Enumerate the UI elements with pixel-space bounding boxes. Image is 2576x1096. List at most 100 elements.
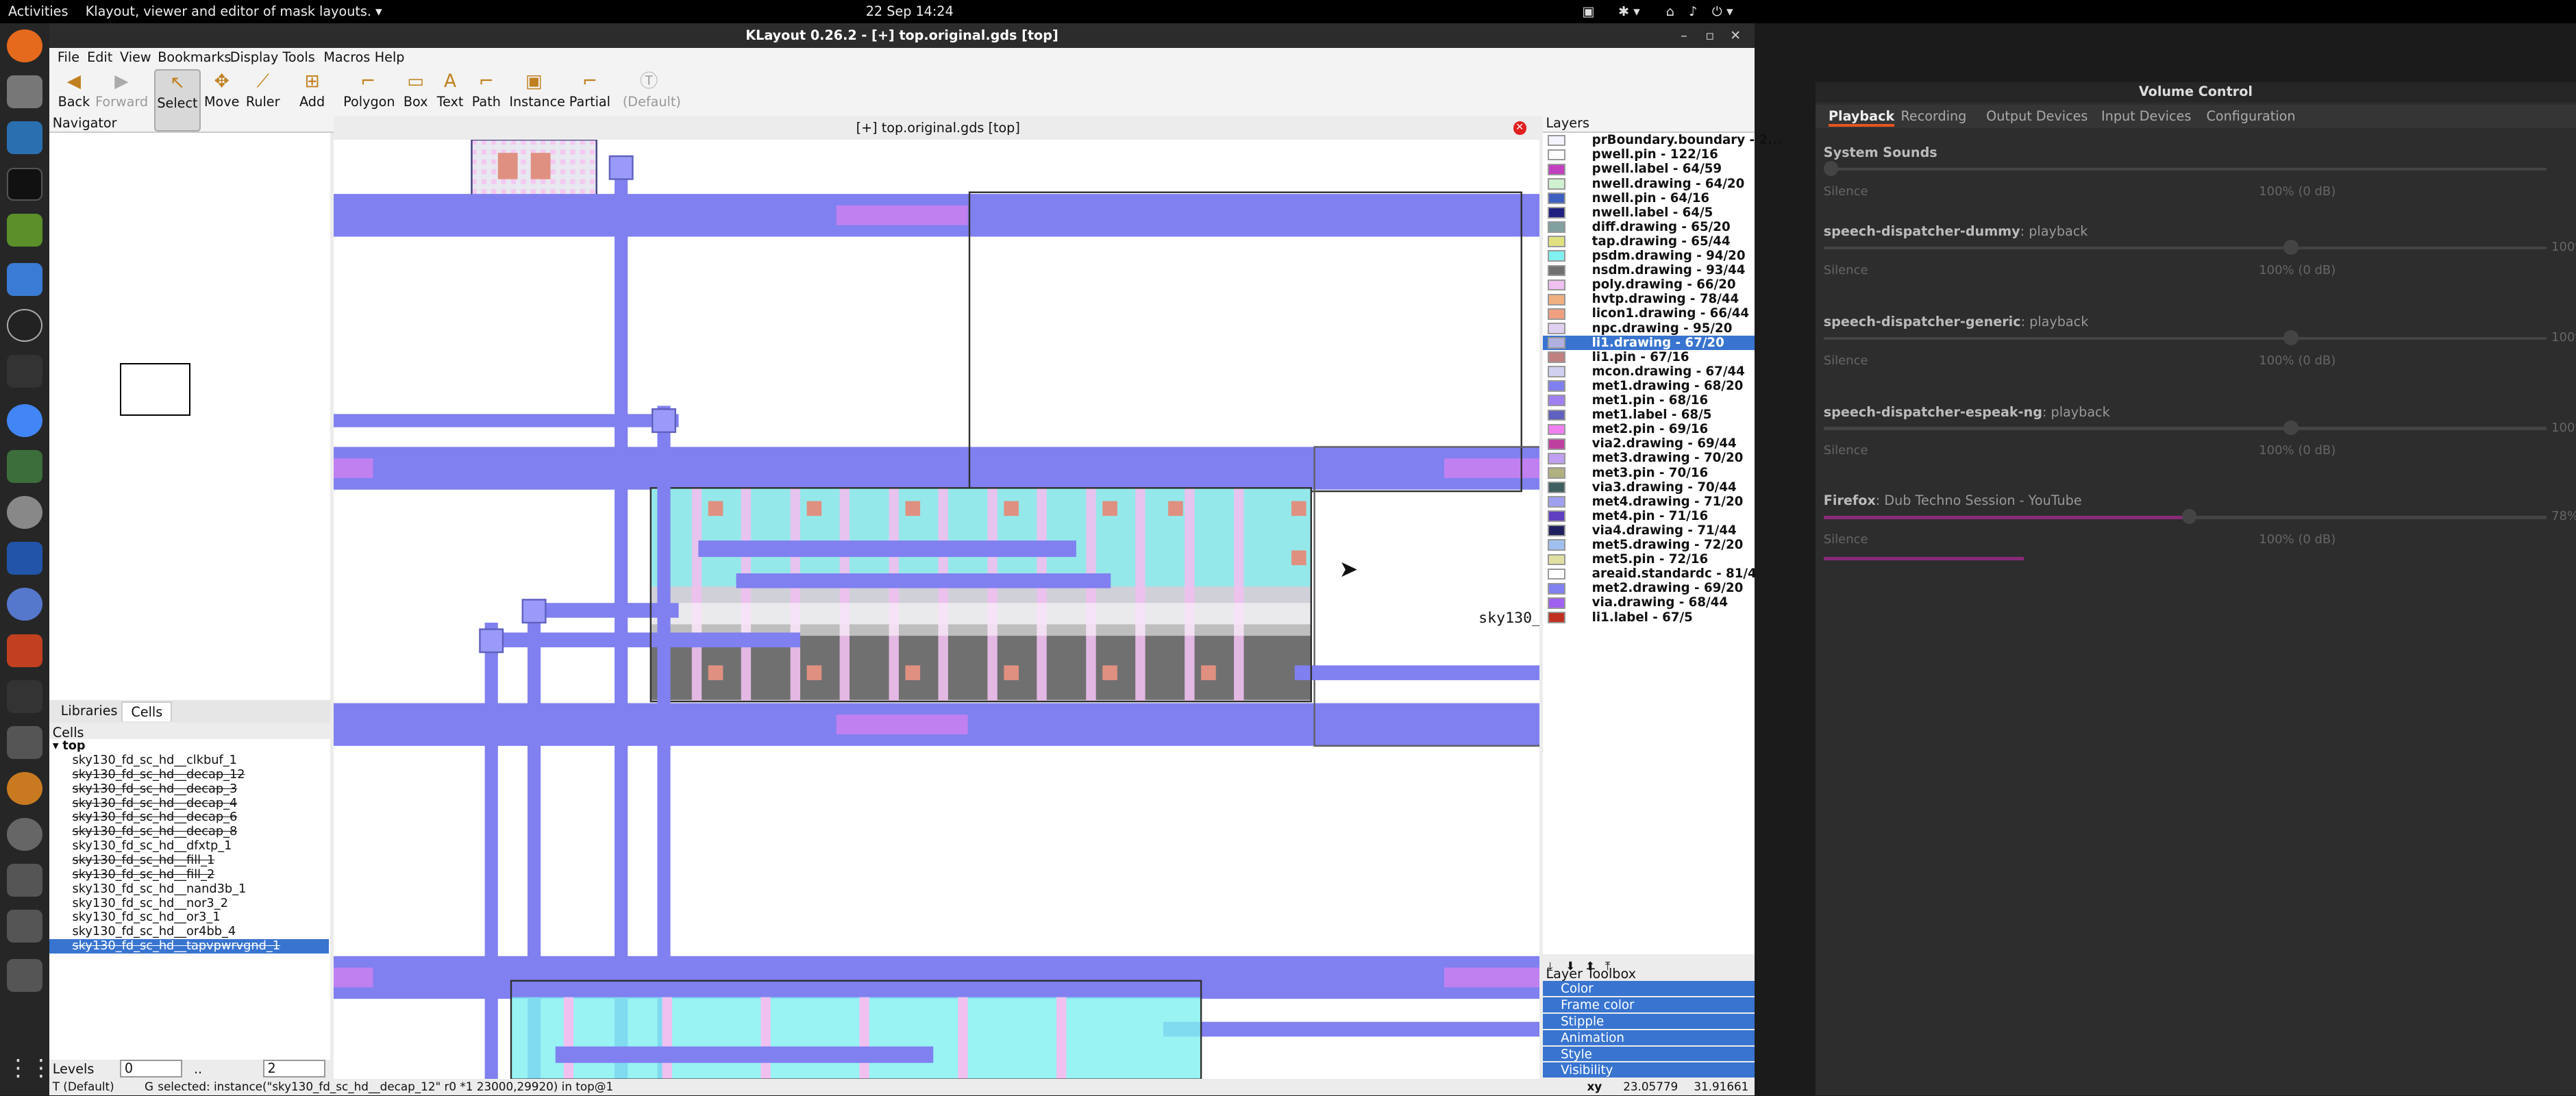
monitor-icon[interactable] bbox=[6, 680, 43, 713]
layer-row[interactable]: met5.pin - 72/16 bbox=[1543, 552, 1755, 566]
app-icon[interactable] bbox=[6, 450, 43, 483]
cell-tree-item[interactable]: sky130_fd_sc_hd__fill_2 bbox=[49, 868, 329, 882]
files-icon[interactable] bbox=[6, 75, 43, 109]
cell-tree-item[interactable]: sky130_fd_sc_hd__decap_4 bbox=[49, 797, 329, 811]
volume-knob[interactable] bbox=[2283, 420, 2299, 436]
cell-tree-item[interactable]: sky130_fd_sc_hd__decap_8 bbox=[49, 825, 329, 839]
cell-tree-item[interactable]: sky130_fd_sc_hd__or4bb_4 bbox=[49, 925, 329, 939]
toolbox-stipple[interactable]: Stipple bbox=[1542, 1013, 1755, 1030]
tab-input-devices[interactable]: Input Devices bbox=[2101, 108, 2191, 124]
volume-slider[interactable] bbox=[1823, 336, 2547, 340]
layer-row[interactable]: pwell.pin - 122/16 bbox=[1543, 147, 1755, 162]
layer-row[interactable]: met1.pin - 68/16 bbox=[1543, 393, 1755, 408]
layer-row[interactable]: via.drawing - 68/44 bbox=[1543, 595, 1755, 610]
layer-row[interactable]: li1.pin - 67/16 bbox=[1543, 350, 1755, 364]
layer-row[interactable]: nwell.pin - 64/16 bbox=[1543, 191, 1755, 206]
layer-row[interactable]: met3.drawing - 70/20 bbox=[1543, 451, 1755, 465]
layer-row[interactable]: nsdm.drawing - 93/44 bbox=[1543, 263, 1755, 277]
layer-row[interactable]: met1.label - 68/5 bbox=[1543, 408, 1755, 422]
layer-row[interactable]: li1.drawing - 67/20 bbox=[1542, 335, 1755, 350]
menu-edit[interactable]: Edit bbox=[87, 49, 112, 65]
menu-file[interactable]: File bbox=[58, 49, 79, 65]
menu-help[interactable]: Help bbox=[375, 49, 405, 65]
tab-playback[interactable]: Playback bbox=[1828, 108, 1895, 127]
layer-row[interactable]: met1.drawing - 68/20 bbox=[1543, 379, 1755, 393]
activities-button[interactable]: Activities bbox=[8, 3, 68, 19]
levels-to-input[interactable]: 2 bbox=[262, 1059, 325, 1078]
cell-tree-item[interactable]: sky130_fd_sc_hd__nor3_2 bbox=[49, 897, 329, 911]
cell-tree-item[interactable]: sky130_fd_sc_hd__or3_1 bbox=[49, 910, 329, 925]
layer-row[interactable]: met4.pin - 71/16 bbox=[1543, 509, 1755, 523]
power-icon[interactable]: ⏻ ▾ bbox=[1712, 3, 1733, 19]
select-button[interactable]: ↖ Select bbox=[154, 68, 201, 132]
layer-row[interactable]: met4.drawing - 71/20 bbox=[1543, 495, 1755, 509]
layer-row[interactable]: tap.drawing - 65/44 bbox=[1543, 234, 1755, 249]
close-tab-icon[interactable]: ✕ bbox=[1513, 121, 1526, 135]
music-icon[interactable] bbox=[6, 354, 43, 388]
volume-icon[interactable]: ♪ bbox=[1689, 3, 1697, 19]
cell-tree-item[interactable]: sky130_fd_sc_hd__decap_6 bbox=[49, 810, 329, 825]
levels-from-input[interactable]: 0 bbox=[120, 1059, 183, 1078]
toolbox-visibility[interactable]: Visibility bbox=[1542, 1062, 1755, 1080]
expand-arrow-icon[interactable]: ▾ bbox=[53, 739, 63, 753]
show-apps-icon[interactable]: ⋮⋮ bbox=[7, 1051, 53, 1084]
usb-icon-3[interactable] bbox=[6, 959, 43, 993]
volume-knob[interactable] bbox=[2283, 240, 2299, 255]
layer-row[interactable]: pwell.label - 64/59 bbox=[1543, 162, 1755, 176]
tab-output-devices[interactable]: Output Devices bbox=[1986, 108, 2088, 124]
cell-tree-item[interactable]: sky130_fd_sc_hd__nand3b_1 bbox=[49, 882, 329, 897]
network-icon[interactable]: ⌂ bbox=[1666, 3, 1674, 19]
davinci-icon[interactable] bbox=[6, 588, 43, 621]
cell-tree-item[interactable]: sky130_fd_sc_hd__fill_1 bbox=[49, 854, 329, 868]
cell-tree-item[interactable]: sky130_fd_sc_hd__decap_12 bbox=[49, 768, 329, 782]
layer-row[interactable]: met5.drawing - 72/20 bbox=[1543, 538, 1755, 552]
layer-row[interactable]: li1.label - 67/5 bbox=[1543, 610, 1755, 625]
tab-recording[interactable]: Recording bbox=[1900, 108, 1966, 124]
layer-row[interactable]: met2.drawing - 69/20 bbox=[1543, 581, 1755, 595]
cell-tree-root[interactable]: ▾ top bbox=[49, 739, 329, 754]
layer-row[interactable]: met3.pin - 70/16 bbox=[1543, 466, 1755, 480]
navigator-viewport-box[interactable] bbox=[120, 362, 191, 416]
layer-row[interactable]: poly.drawing - 66/20 bbox=[1543, 277, 1755, 292]
app-icon-2[interactable] bbox=[6, 634, 43, 667]
writer-icon[interactable] bbox=[6, 121, 43, 155]
obs-icon[interactable] bbox=[6, 308, 43, 342]
layer-row[interactable]: nwell.label - 64/5 bbox=[1543, 206, 1755, 220]
cell-tree-item[interactable]: sky130_fd_sc_hd__clkbuf_1 bbox=[49, 754, 329, 768]
layer-row[interactable]: npc.drawing - 95/20 bbox=[1543, 321, 1755, 336]
dmx-icon[interactable] bbox=[6, 542, 43, 575]
tab-cells[interactable]: Cells bbox=[121, 701, 173, 721]
toolbox-color[interactable]: Color bbox=[1542, 980, 1755, 997]
layer-row[interactable]: via3.drawing - 70/44 bbox=[1543, 480, 1755, 495]
toolbox-style[interactable]: Style bbox=[1542, 1046, 1755, 1063]
add-button[interactable]: ⊞ Add bbox=[296, 69, 329, 132]
volume-slider[interactable] bbox=[1823, 246, 2547, 250]
app-menu[interactable]: Klayout, viewer and editor of mask layou… bbox=[86, 3, 382, 19]
menu-macros[interactable]: Macros bbox=[323, 49, 370, 65]
tab-configuration[interactable]: Configuration bbox=[2207, 108, 2296, 124]
menu-view[interactable]: View bbox=[120, 49, 151, 65]
blender-icon[interactable] bbox=[6, 772, 43, 805]
chrome-icon[interactable] bbox=[6, 403, 43, 437]
firefox-icon[interactable] bbox=[6, 29, 43, 63]
minimize-icon[interactable]: – bbox=[1681, 23, 1687, 48]
layer-row[interactable]: met2.pin - 69/16 bbox=[1543, 422, 1755, 436]
settings-icon[interactable] bbox=[6, 496, 43, 530]
clock[interactable]: 22 Sep 14:24 bbox=[866, 3, 954, 19]
app-icon-3[interactable] bbox=[6, 725, 43, 759]
toolbox-frame-color[interactable]: Frame color bbox=[1542, 997, 1755, 1014]
close-icon[interactable]: ✕ bbox=[1730, 23, 1741, 48]
menu-display[interactable]: Display bbox=[230, 49, 279, 65]
layer-row[interactable]: mcon.drawing - 67/44 bbox=[1543, 364, 1755, 379]
layer-row[interactable]: nwell.drawing - 64/20 bbox=[1543, 177, 1755, 191]
ruler-button[interactable]: ⟋ Ruler bbox=[245, 69, 281, 132]
maximize-icon[interactable]: ▫ bbox=[1705, 23, 1714, 48]
usb-icon-2[interactable] bbox=[6, 910, 43, 943]
layer-row[interactable]: hvtp.drawing - 78/44 bbox=[1543, 292, 1755, 306]
toolbox-animation[interactable]: Animation bbox=[1542, 1030, 1755, 1047]
layer-row[interactable]: licon1.drawing - 66/44 bbox=[1543, 306, 1755, 321]
cell-tree-item[interactable]: sky130_fd_sc_hd__decap_3 bbox=[49, 782, 329, 797]
usb-icon[interactable] bbox=[6, 864, 43, 897]
layer-row[interactable]: via2.drawing - 69/44 bbox=[1543, 436, 1755, 451]
menu-bookmarks[interactable]: Bookmarks bbox=[158, 49, 231, 65]
